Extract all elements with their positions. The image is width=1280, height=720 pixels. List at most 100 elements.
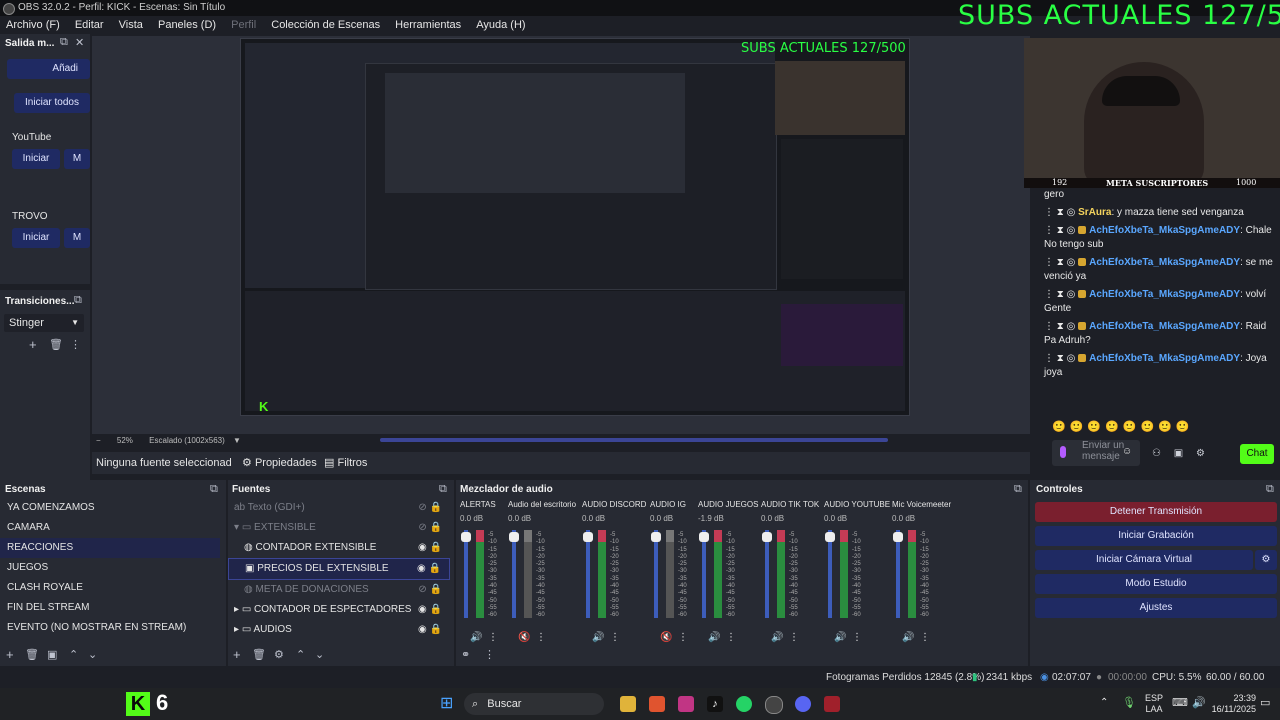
menu-perfil[interactable]: Perfil (231, 19, 256, 31)
volume-slider[interactable] (828, 530, 832, 618)
menu-ayuda[interactable]: Ayuda (H) (476, 19, 525, 31)
channel-more-icon[interactable]: ⋮ (789, 632, 799, 643)
source-item-selected[interactable]: ▣ PRECIOS DEL EXTENSIBLE ◉ 🔒 (228, 558, 450, 580)
virtual-camera-settings-icon[interactable]: ⚙ (1255, 550, 1277, 570)
chat-user[interactable]: AchEfoXbeTa_MkaSpgAmeADY (1089, 289, 1240, 300)
tiktok-icon[interactable]: ♪ (707, 696, 723, 712)
studio-mode-button[interactable]: Modo Estudio (1035, 574, 1277, 594)
taskbar-search[interactable]: ⌕ Buscar (464, 693, 604, 715)
volume-slider[interactable] (654, 530, 658, 618)
chat-user[interactable]: AchEfoXbeTa_MkaSpgAmeADY (1089, 257, 1240, 268)
scene-item[interactable]: JUEGOS (0, 558, 220, 578)
volume-slider[interactable] (702, 530, 706, 618)
clock[interactable]: 23:39 16/11/2025 (1206, 693, 1256, 715)
speaker-icon[interactable]: 🔊 (592, 632, 604, 643)
channel-more-icon[interactable]: ⋮ (610, 632, 620, 643)
volume-slider-handle[interactable] (651, 532, 661, 542)
properties-button[interactable]: ⚙ Propiedades (242, 452, 317, 474)
speaker-icon[interactable]: 🔊 (771, 632, 783, 643)
float-icon[interactable]: ⧉ (210, 483, 218, 496)
source-item[interactable]: ab Texto (GDI+) ⊘ 🔒 (228, 498, 450, 518)
start-all-button[interactable]: Iniciar todos (14, 93, 90, 113)
chat-user[interactable]: AchEfoXbeTa_MkaSpgAmeADY (1089, 225, 1240, 236)
eye-icon[interactable]: ◉ 🔒 (418, 600, 442, 620)
channel-more-icon[interactable]: ⋮ (852, 632, 862, 643)
menu-vista[interactable]: Vista (119, 19, 143, 31)
windows-start-icon[interactable]: ⊞ (440, 696, 456, 712)
move-up-icon[interactable]: ⌃ (296, 648, 305, 661)
tray-chevron-up-icon[interactable]: ⌃ (1100, 697, 1108, 708)
menu-archivo[interactable]: Archivo (F) (6, 19, 60, 31)
file-explorer-icon[interactable] (620, 696, 636, 712)
volume-slider[interactable] (765, 530, 769, 618)
visibility-off-icon[interactable]: ⊘ 🔒 (418, 498, 442, 518)
scene-item[interactable]: CAMARA (0, 518, 220, 538)
volume-slider[interactable] (586, 530, 590, 618)
float-icon[interactable]: ⧉ (1014, 483, 1022, 496)
source-group[interactable]: ▾ ▭ EXTENSIBLE ⊘ 🔒 (228, 518, 450, 538)
volume-slider-handle[interactable] (509, 532, 519, 542)
add-source-icon[interactable]: + (233, 647, 241, 662)
volume-slider-handle[interactable] (461, 532, 471, 542)
muted-speaker-icon[interactable]: 🔇 (660, 632, 672, 643)
move-up-icon[interactable]: ⌃ (69, 648, 78, 661)
float-icon[interactable]: ⧉ (74, 294, 82, 307)
whatsapp-icon[interactable] (736, 696, 752, 712)
preview-scrollbar[interactable] (380, 438, 888, 442)
expand-icon[interactable]: ▸ (234, 604, 239, 615)
youtube-more-button[interactable]: M (64, 149, 90, 169)
gear-icon[interactable]: ⚙ (274, 648, 284, 661)
volume-slider-handle[interactable] (583, 532, 593, 542)
volume-slider-handle[interactable] (893, 532, 903, 542)
transition-select[interactable]: Stinger ▼ (4, 314, 84, 332)
add-output-button[interactable]: Añadi (7, 59, 90, 79)
voicemeeter-icon[interactable] (824, 696, 840, 712)
more-icon[interactable]: ⋮ (484, 648, 495, 661)
muted-speaker-icon[interactable]: 🔇 (518, 632, 530, 643)
channel-more-icon[interactable]: ⋮ (536, 632, 546, 643)
obs-icon[interactable] (765, 696, 783, 714)
source-item[interactable]: ◍ CONTADOR EXTENSIBLE ◉ 🔒 (228, 538, 450, 558)
float-icon[interactable]: ⧉ (1266, 483, 1274, 496)
network-icon[interactable]: ⌨ (1172, 696, 1188, 709)
filters-button[interactable]: ▤ Filtros (324, 452, 367, 474)
brave-browser-icon[interactable] (649, 696, 665, 712)
chat-input[interactable]: Enviar un mensaje ☺ (1052, 440, 1140, 466)
input-language[interactable]: ESP LAA (1145, 693, 1163, 715)
volume-slider[interactable] (464, 530, 468, 618)
speaker-icon[interactable]: 🔊 (470, 632, 482, 643)
scene-item[interactable]: EVENTO (NO MOSTRAR EN STREAM) (0, 618, 220, 638)
visibility-off-icon[interactable]: ⊘ 🔒 (418, 518, 442, 538)
volume-slider[interactable] (896, 530, 900, 618)
volume-slider-handle[interactable] (699, 532, 709, 542)
expand-icon[interactable]: ▾ (234, 522, 239, 533)
emote-row[interactable]: 🙂🙂🙂🙂🙂🙂🙂🙂 (1052, 420, 1228, 436)
volume-slider-handle[interactable] (762, 532, 772, 542)
trash-icon[interactable]: 🗑 (252, 648, 266, 661)
add-scene-icon[interactable]: + (6, 647, 14, 662)
volume-slider-handle[interactable] (825, 532, 835, 542)
scene-item[interactable]: CLASH ROYALE (0, 578, 220, 598)
channel-more-icon[interactable]: ⋮ (488, 632, 498, 643)
trovo-more-button[interactable]: M (64, 228, 90, 248)
chat-send-button[interactable]: Chat (1240, 444, 1274, 464)
eye-icon[interactable]: ◉ 🔒 (418, 620, 442, 640)
menu-herramientas[interactable]: Herramientas (395, 19, 461, 31)
speaker-icon[interactable]: 🔊 (902, 632, 914, 643)
tray-mic-icon[interactable]: 🎙 (1122, 696, 1136, 709)
scale-dropdown-icon[interactable]: ▼ (233, 436, 241, 445)
scene-item-selected[interactable]: REACCIONES (0, 538, 220, 558)
scene-item[interactable]: YA COMENZAMOS (0, 498, 220, 518)
channel-more-icon[interactable]: ⋮ (678, 632, 688, 643)
settings-icon[interactable]: ⚙ (1196, 448, 1205, 459)
chat-user[interactable]: SrAura (1078, 207, 1111, 218)
speaker-icon[interactable]: 🔊 (834, 632, 846, 643)
start-virtual-camera-button[interactable]: Iniciar Cámara Virtual (1035, 550, 1253, 570)
stop-stream-button[interactable]: Detener Transmisión (1035, 502, 1277, 522)
move-down-icon[interactable]: ⌄ (315, 648, 324, 661)
chat-user[interactable]: AchEfoXbeTa_MkaSpgAmeADY (1089, 321, 1240, 332)
float-icon[interactable]: ⧉ (439, 483, 447, 496)
users-icon[interactable]: ⚇ (1152, 448, 1161, 459)
scene-filters-icon[interactable]: ▣ (47, 648, 57, 661)
add-icon[interactable]: + (29, 337, 37, 352)
